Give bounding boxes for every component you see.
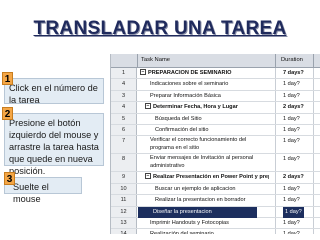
step-1-box: Click en el número de la tarea — [4, 78, 104, 105]
duration-cell[interactable]: 7 days? — [283, 68, 304, 79]
task-row-number[interactable]: 9 — [111, 172, 137, 183]
step-2-badge: 2 — [2, 107, 13, 120]
task-row-number[interactable]: 14 — [111, 229, 137, 234]
step-3-box: Suelte el mouse — [4, 177, 82, 204]
task-row-number[interactable]: 13 — [111, 218, 137, 229]
duration-cell[interactable]: 1 day? — [283, 184, 300, 195]
task-row-number[interactable]: 12 — [111, 206, 137, 217]
task-row-number[interactable]: 7 — [111, 136, 137, 154]
task-name-cell[interactable]: Imprimir Handouts y Fotocopias — [140, 218, 264, 229]
task-name-cell[interactable]: − Determinar Fecha, Hora y Lugar — [140, 102, 269, 113]
step-2-text: Presione el botón izquierdo del mouse y … — [9, 118, 99, 176]
task-row-number[interactable]: 10 — [111, 183, 137, 195]
task-name-text: PREPARACION DE SEMINARIO — [148, 70, 232, 76]
task-name-text: Confirmación del sitio — [155, 127, 209, 133]
task-row[interactable]: 6 Confirmación del sitio 1 day? — [111, 125, 320, 137]
task-row[interactable]: 14 Realización del seminario 1 day? — [111, 229, 320, 234]
task-row-number[interactable]: 1 — [111, 68, 137, 79]
duration-column-header[interactable]: Duration — [281, 57, 303, 63]
duration-cell[interactable]: 1 day? — [283, 195, 300, 206]
duration-cell[interactable]: 1 day? — [283, 206, 304, 218]
page-title: TRANSLADAR UNA TAREA — [33, 18, 287, 39]
task-name-cell[interactable]: Realizar la presentacion en borrador — [140, 195, 259, 206]
task-grid: Task Name Duration 1− PREPARACION DE SEMI… — [110, 54, 320, 234]
task-row[interactable]: 11 Realizar la presentacion en borrador 1 … — [111, 195, 320, 207]
collapse-icon[interactable]: − — [145, 173, 151, 180]
task-name-text: Indicaciones sobre el seminario — [150, 81, 229, 88]
task-row-number[interactable]: 8 — [111, 154, 137, 172]
task-name-text: Diseñar la presentacion — [153, 208, 212, 215]
duration-cell[interactable]: 2 days? — [283, 102, 304, 113]
task-row-number[interactable]: 6 — [111, 125, 137, 136]
task-name-text: Determinar Fecha, Hora y Lugar — [153, 104, 238, 111]
duration-cell[interactable]: 1 day? — [283, 229, 300, 234]
duration-cell[interactable]: 1 day? — [283, 125, 300, 136]
task-row-number[interactable]: 11 — [111, 195, 137, 206]
step-1-text: Click en el número de la tarea — [9, 83, 98, 105]
task-row[interactable]: 13 Imprimir Handouts y Fotocopias 1 day? — [111, 218, 320, 230]
task-row[interactable]: 1− PREPARACION DE SEMINARIO 7 days? — [111, 68, 320, 80]
task-name-text: Realizar la presentacion en borrador — [155, 197, 246, 204]
task-name-cell[interactable]: Preparar Información Básica — [140, 91, 264, 102]
duration-cell[interactable]: 1 day? — [283, 114, 300, 125]
duration-cell[interactable]: 1 day? — [283, 136, 300, 147]
task-name-cell[interactable]: − Realizar Presentación en Power Point y … — [140, 172, 269, 183]
task-row[interactable]: 4 Indicaciones sobre el seminario 1 day? — [111, 79, 320, 91]
task-name-text: Buscar un ejemplo de aplicacion — [155, 185, 236, 192]
duration-cell[interactable]: 1 day? — [283, 218, 300, 229]
task-name-cell[interactable]: Verificar el correcto funcionamiento del… — [140, 137, 264, 152]
task-row[interactable]: 3 Preparar Información Básica 1 day? — [111, 90, 320, 103]
task-row[interactable]: 5 Búsqueda del Sitio 1 day? — [111, 113, 320, 125]
task-name-text: Imprimir Handouts y Fotocopias — [150, 220, 229, 226]
task-name-cell[interactable]: Búsqueda del Sitio — [140, 114, 259, 125]
step-2-box: Presione el botón izquierdo del mouse y … — [4, 113, 104, 176]
task-name-cell[interactable]: − PREPARACION DE SEMINARIO — [140, 68, 274, 79]
task-name-cell[interactable]: Confirmación del sitio — [140, 125, 259, 136]
task-name-text: Realizar Presentación en Power Point y p… — [153, 174, 269, 181]
duration-cell[interactable]: 1 day? — [283, 79, 300, 90]
grid-header: Task Name Duration — [111, 54, 320, 68]
task-row[interactable]: 7 Verificar el correcto funcionamiento de… — [111, 136, 320, 155]
task-name-text: Enviar mensajes de Invitación al persona… — [150, 155, 254, 169]
task-name-text: Verificar el correcto funcionamiento del… — [150, 137, 247, 151]
duration-cell[interactable]: 2 days? — [283, 172, 304, 183]
duration-cell[interactable]: 1 day? — [283, 154, 300, 165]
task-name-text: Preparar Información Básica — [150, 92, 221, 99]
task-row-number[interactable]: 4 — [111, 102, 137, 113]
task-row-number[interactable]: 5 — [111, 113, 137, 124]
step-1-badge: 1 — [2, 72, 13, 85]
task-name-cell[interactable]: Indicaciones sobre el seminario — [140, 79, 264, 90]
task-name-text: Búsqueda del Sitio — [155, 115, 202, 122]
task-row[interactable]: 9− Realizar Presentación en Power Point y… — [111, 172, 320, 184]
task-row-number[interactable]: 4 — [111, 79, 137, 90]
collapse-icon[interactable]: − — [140, 69, 146, 75]
duration-cell[interactable]: 1 day? — [283, 91, 300, 102]
task-row[interactable]: 4− Determinar Fecha, Hora y Lugar 2 days? — [111, 102, 320, 114]
task-row-number[interactable]: 3 — [111, 90, 137, 102]
task-name-cell[interactable]: Diseñar la presentacion — [138, 206, 257, 218]
task-row[interactable]: 8 Enviar mensajes de Invitación al person… — [111, 154, 320, 173]
collapse-icon[interactable]: − — [145, 103, 151, 110]
task-name-cell[interactable]: Realización del seminario — [140, 229, 264, 234]
task-row[interactable]: 12 Diseñar la presentacion 1 day? — [111, 206, 320, 218]
task-name-text: Realización del seminario — [150, 231, 214, 234]
task-name-column-header[interactable]: Task Name — [141, 57, 170, 63]
task-row[interactable]: 10 Buscar un ejemplo de aplicacion 1 day? — [111, 183, 320, 196]
step-3-text: Suelte el mouse — [13, 182, 49, 204]
step-3-badge: 3 — [4, 172, 15, 185]
task-name-cell[interactable]: Enviar mensajes de Invitación al persona… — [140, 155, 264, 170]
task-name-cell[interactable]: Buscar un ejemplo de aplicacion — [140, 184, 259, 195]
